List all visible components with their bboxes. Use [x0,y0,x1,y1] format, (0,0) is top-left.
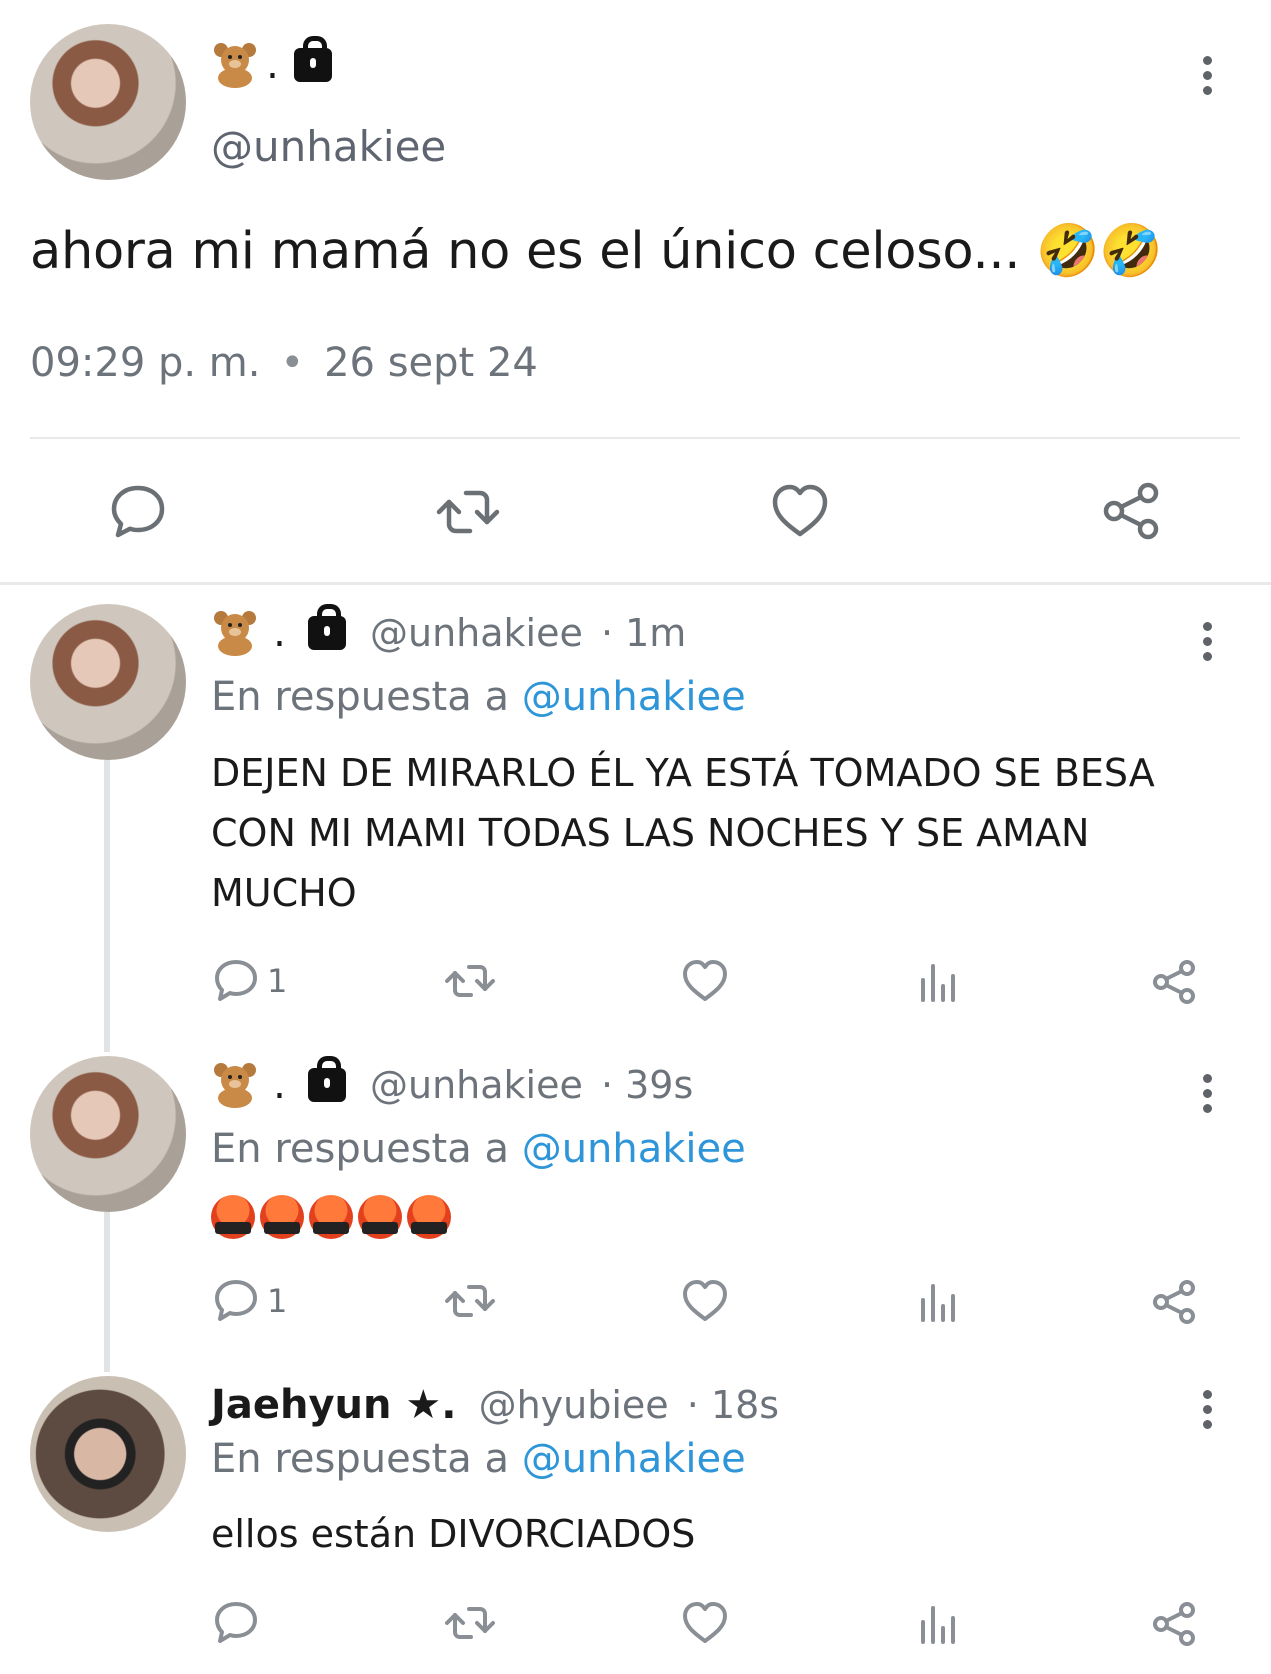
analytics-icon[interactable] [918,1602,958,1644]
main-display-name: . [211,36,332,94]
angry-emoji-row [211,1195,456,1245]
angry-face-icon [309,1195,353,1239]
like-icon[interactable] [681,958,729,1004]
reply-count: 1 [267,1282,288,1320]
teddy-bear-icon [211,610,259,656]
reply-header: Jaehyun ★. @hyubiee · 18s [211,1382,779,1428]
angry-face-icon [211,1195,255,1239]
mention-link[interactable]: @unhakiee [522,1126,746,1172]
replying-prefix: En respuesta a [211,1126,509,1172]
reply-avatar[interactable] [30,604,186,760]
like-icon[interactable] [681,1600,729,1646]
more-options-icon[interactable] [1203,622,1212,667]
reply-icon[interactable] [213,1278,259,1324]
teddy-bear-icon [211,1062,259,1108]
mention-link[interactable]: @unhakiee [522,1436,746,1482]
reply-avatar[interactable] [30,1056,186,1212]
reply-text: 🤬🤬🤬🤬🤬 [211,1195,212,1196]
angry-face-icon [358,1195,402,1239]
angry-face-icon [260,1195,304,1239]
share-icon[interactable] [1150,958,1198,1006]
share-icon[interactable] [1150,1278,1198,1326]
reply-icon[interactable] [213,1600,259,1646]
reply-count: 1 [267,962,288,1000]
more-options-icon[interactable] [1203,56,1212,101]
replying-to: En respuesta a @unhakiee [211,1436,746,1482]
main-tweet-text: ahora mi mamá no es el único celoso... 🤣… [30,222,1163,281]
more-options-icon[interactable] [1203,1390,1212,1435]
tweet-date[interactable]: 26 sept 24 [324,340,538,386]
reply-display-name[interactable]: Jaehyun ★. [211,1382,457,1428]
angry-face-icon [407,1195,451,1239]
section-separator [0,582,1271,585]
reply-text: ellos están DIVORCIADOS [211,1512,696,1556]
reply-handle[interactable]: @hyubiee [479,1383,669,1427]
retweet-icon[interactable] [444,1278,496,1324]
main-tweet-meta: 09:29 p. m. • 26 sept 24 [30,340,538,386]
reply-icon[interactable] [213,958,259,1004]
mention-link[interactable]: @unhakiee [522,674,746,720]
main-handle[interactable]: @unhakiee [211,122,446,171]
replying-to: En respuesta a @unhakiee [211,1126,746,1172]
like-icon[interactable] [770,482,830,540]
tweet-time: 09:29 p. m. [30,340,261,386]
reply-avatar[interactable] [30,1376,186,1532]
reply-handle[interactable]: @unhakiee [370,611,583,655]
share-icon[interactable] [1100,480,1162,542]
reply-handle[interactable]: @unhakiee [370,1063,583,1107]
main-avatar[interactable] [30,24,186,180]
reply-age: · 18s [686,1383,780,1427]
thread-line [104,1212,110,1372]
replying-to: En respuesta a @unhakiee [211,674,746,720]
more-options-icon[interactable] [1203,1074,1212,1119]
analytics-icon[interactable] [918,960,958,1002]
analytics-icon[interactable] [918,1280,958,1322]
reply-age: · 1m [600,610,687,655]
replying-prefix: En respuesta a [211,674,509,720]
reply-header: . @unhakiee · 1m [211,603,687,660]
thread-line [104,760,110,1052]
reply-age: · 39s [600,1062,694,1107]
retweet-icon[interactable] [444,1600,496,1646]
retweet-icon[interactable] [435,482,501,542]
like-icon[interactable] [681,1278,729,1324]
reply-text: DEJEN DE MIRARLO ÉL YA ESTÁ TOMADO SE BE… [211,751,1155,915]
lock-icon [307,603,346,650]
retweet-icon[interactable] [444,958,496,1004]
replying-prefix: En respuesta a [211,1436,509,1482]
teddy-bear-icon [211,42,259,88]
lock-icon [307,1055,346,1102]
lock-icon [293,36,332,82]
meta-separator: • [280,340,305,386]
share-icon[interactable] [1150,1600,1198,1648]
main-divider [30,437,1240,439]
reply-header: . @unhakiee · 39s [211,1055,694,1112]
reply-icon[interactable] [108,482,168,542]
